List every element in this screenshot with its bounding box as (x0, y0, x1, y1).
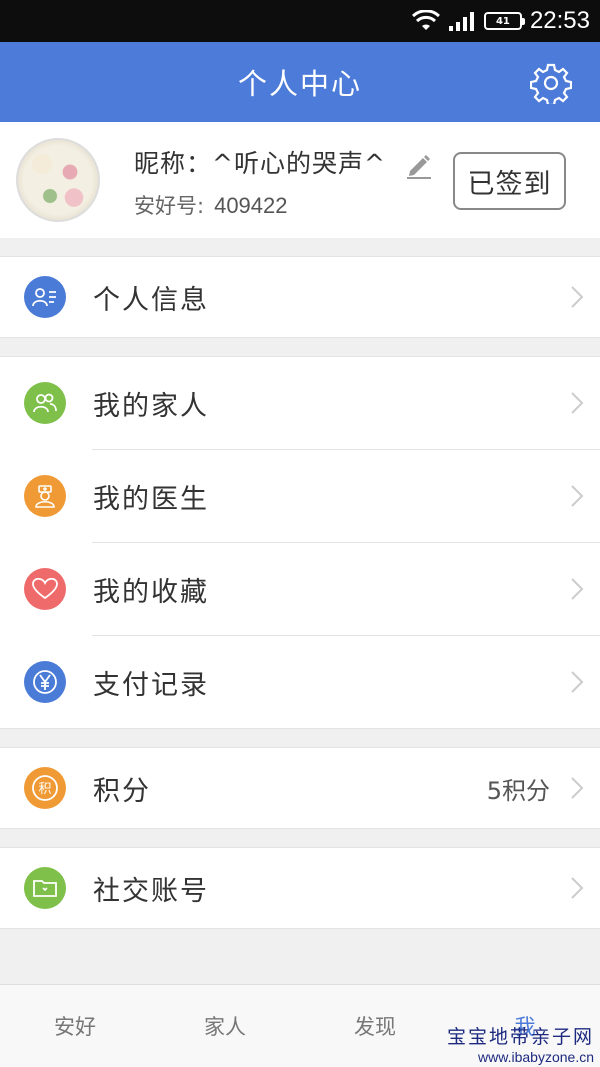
watermark-url: www.ibabyzone.cn (478, 1049, 594, 1065)
yuan-icon (24, 661, 66, 703)
menu-item-payment-records[interactable]: 支付记录 (0, 636, 600, 728)
menu-item-points[interactable]: 积 积分 5积分 (0, 747, 600, 829)
menu-group-points: 积 积分 5积分 (0, 747, 600, 829)
menu-label-social-accounts: 社交账号 (93, 875, 209, 907)
battery-icon: 41 (483, 12, 525, 30)
chevron-right-icon (571, 286, 584, 308)
chevron-right-icon (571, 578, 584, 600)
avatar[interactable] (16, 138, 100, 222)
chevron-right-icon (571, 485, 584, 507)
menu-item-my-family[interactable]: 我的家人 (0, 357, 600, 449)
menu-label-points: 积分 (93, 775, 151, 807)
menu-label-my-favorites: 我的收藏 (93, 576, 209, 608)
sign-in-button[interactable]: 已签到 (453, 152, 566, 210)
chevron-right-icon (571, 877, 584, 899)
anhao-number: 409422 (214, 193, 288, 218)
menu-group-social: 社交账号 (0, 847, 600, 929)
svg-text:积: 积 (38, 782, 51, 797)
anhao-id: 安好号: 409422 (134, 190, 386, 220)
folder-icon (24, 867, 66, 909)
chevron-right-icon (571, 392, 584, 414)
menu-item-personal-info[interactable]: 个人信息 (0, 256, 600, 338)
watermark-title: 宝宝地带亲子网 (446, 1026, 594, 1048)
watermark: 宝宝地带亲子网 www.ibabyzone.cn (447, 1022, 594, 1065)
menu-label-my-family: 我的家人 (93, 390, 209, 422)
status-time: 22:53 (529, 7, 590, 34)
nickname: 昵称：^听心的哭声^ (134, 149, 386, 178)
points-value: 5积分 (486, 776, 550, 805)
status-bar: 41 22:53 (0, 0, 600, 42)
menu-item-my-doctor[interactable]: 我的医生 (0, 450, 600, 542)
menu-label-my-doctor: 我的医生 (93, 483, 209, 515)
tab-anhao[interactable]: 安好 (0, 985, 150, 1067)
gear-icon[interactable] (530, 62, 572, 104)
header: 个人中心 (0, 42, 600, 122)
menu-group-main: 我的家人 我的医生 我的收藏 支付记录 (0, 356, 600, 729)
menu-item-my-favorites[interactable]: 我的收藏 (0, 543, 600, 635)
battery-level: 41 (495, 15, 510, 27)
wifi-icon (411, 10, 440, 30)
chevron-right-icon (571, 777, 584, 799)
doctor-icon (24, 475, 66, 517)
menu-label-personal-info: 个人信息 (93, 284, 209, 316)
anhao-label: 安好号: (134, 194, 205, 218)
pencil-icon[interactable] (404, 150, 434, 180)
tab-family[interactable]: 家人 (150, 985, 300, 1067)
menu-group-profile: 个人信息 (0, 256, 600, 338)
profile-card: 昵称：^听心的哭声^ 安好号: 409422 已签到 (0, 122, 600, 238)
points-icon: 积 (24, 767, 66, 809)
chevron-right-icon (571, 671, 584, 693)
tab-discover[interactable]: 发现 (300, 985, 450, 1067)
people-icon (24, 382, 66, 424)
page-title: 个人中心 (237, 67, 362, 101)
contact-card-icon (24, 276, 66, 318)
signal-icon (448, 12, 474, 31)
menu-item-social-accounts[interactable]: 社交账号 (0, 847, 600, 929)
heart-icon (24, 568, 66, 610)
menu-label-payment-records: 支付记录 (93, 669, 209, 701)
